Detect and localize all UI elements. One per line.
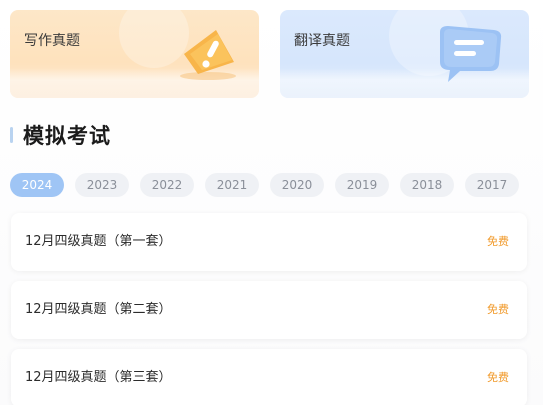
exam-title: 12月四级真题（第二套） [25, 302, 172, 317]
writing-card-label: 写作真题 [24, 33, 80, 49]
translation-exams-card[interactable]: 翻译真题 [280, 10, 529, 98]
chat-bubble-icon [440, 26, 502, 82]
practice-cards: 写作真题 翻译真题 [10, 10, 530, 98]
year-chip-2023[interactable]: 2023 [75, 173, 129, 197]
exam-list-item[interactable]: 12月四级真题（第三套） 免费 [11, 349, 527, 405]
year-chip-2020[interactable]: 2020 [270, 173, 324, 197]
year-chip-2024[interactable]: 2024 [10, 173, 64, 197]
year-chip-2018[interactable]: 2018 [400, 173, 454, 197]
writing-exams-card[interactable]: 写作真题 [10, 10, 259, 98]
free-badge: 免费 [487, 303, 509, 316]
year-filter: 2024 2023 2022 2021 2020 2019 2018 2017 [10, 173, 530, 197]
section-accent-bar [10, 127, 13, 143]
year-chip-2019[interactable]: 2019 [335, 173, 389, 197]
section-title: 模拟考试 [23, 124, 111, 148]
year-chip-2017[interactable]: 2017 [465, 173, 519, 197]
mock-exam-page: 写作真题 翻译真题 模拟考试 2024 2023 2022 2021 2020 … [0, 0, 543, 405]
free-badge: 免费 [487, 235, 509, 248]
exam-title: 12月四级真题（第三套） [25, 370, 172, 385]
section-header: 模拟考试 [10, 120, 111, 150]
translation-card-label: 翻译真题 [294, 33, 350, 49]
alert-flag-icon [180, 30, 236, 80]
year-chip-2021[interactable]: 2021 [205, 173, 259, 197]
free-badge: 免费 [487, 371, 509, 384]
exam-title: 12月四级真题（第一套） [25, 234, 172, 249]
year-chip-2022[interactable]: 2022 [140, 173, 194, 197]
exam-list-item[interactable]: 12月四级真题（第二套） 免费 [11, 281, 527, 339]
exam-list-item[interactable]: 12月四级真题（第一套） 免费 [11, 213, 527, 271]
